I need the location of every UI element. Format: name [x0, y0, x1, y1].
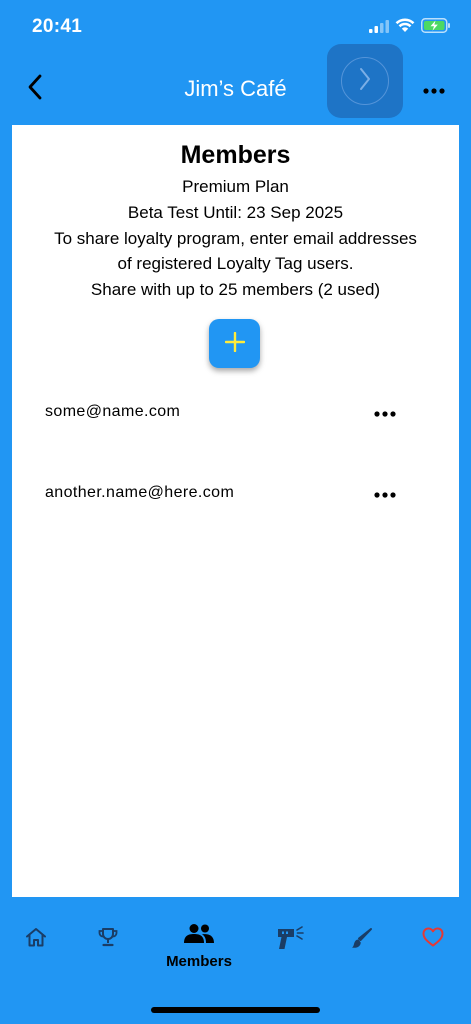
people-icon	[183, 923, 215, 945]
instructions-line-1: To share loyalty program, enter email ad…	[54, 229, 417, 248]
beta-test-date: Beta Test Until: 23 Sep 2025	[127, 203, 344, 222]
tab-scan[interactable]	[268, 897, 312, 985]
more-options-button[interactable]	[419, 78, 449, 102]
tab-bar: Members	[0, 897, 471, 987]
tab-members[interactable]: Members	[155, 897, 243, 985]
tab-home[interactable]	[14, 897, 58, 985]
more-horizontal-icon	[374, 485, 396, 503]
heart-icon	[422, 927, 444, 947]
trophy-icon	[97, 927, 119, 947]
status-bar: 20:41	[0, 0, 471, 56]
tab-favorites[interactable]	[411, 897, 455, 985]
plan-name: Premium Plan	[182, 177, 289, 196]
cellular-signal-icon	[369, 19, 389, 38]
plus-icon	[224, 331, 245, 355]
members-card: Members Premium Plan Beta Test Until: 23…	[12, 125, 459, 897]
tab-label-members: Members	[166, 953, 232, 970]
home-icon	[25, 927, 47, 947]
member-more-button[interactable]	[370, 482, 400, 506]
members-heading: Members	[180, 141, 291, 169]
brush-icon	[351, 927, 373, 949]
forward-ring	[341, 57, 389, 105]
battery-charging-icon	[421, 18, 451, 38]
member-more-button[interactable]	[370, 401, 400, 425]
more-horizontal-icon	[423, 81, 445, 99]
nav-bar: Jim’s Café	[0, 44, 471, 126]
tab-design[interactable]	[340, 897, 384, 985]
member-limit: Share with up to 25 members (2 used)	[90, 280, 381, 299]
add-member-button[interactable]	[209, 319, 260, 368]
tab-rewards[interactable]	[86, 897, 130, 985]
forward-button[interactable]	[327, 44, 403, 118]
instructions-line-2: of registered Loyalty Tag users.	[117, 254, 354, 273]
member-row[interactable]: another.name@here.com	[12, 474, 459, 514]
scanner-icon	[276, 925, 306, 951]
more-horizontal-icon	[374, 404, 396, 422]
member-email: another.name@here.com	[45, 484, 235, 501]
member-email: some@name.com	[45, 403, 181, 420]
home-indicator	[151, 1007, 320, 1013]
chevron-right-icon	[358, 67, 372, 96]
status-icons	[369, 18, 451, 38]
wifi-icon	[395, 18, 415, 38]
status-time: 20:41	[32, 16, 83, 37]
member-row[interactable]: some@name.com	[12, 393, 459, 433]
